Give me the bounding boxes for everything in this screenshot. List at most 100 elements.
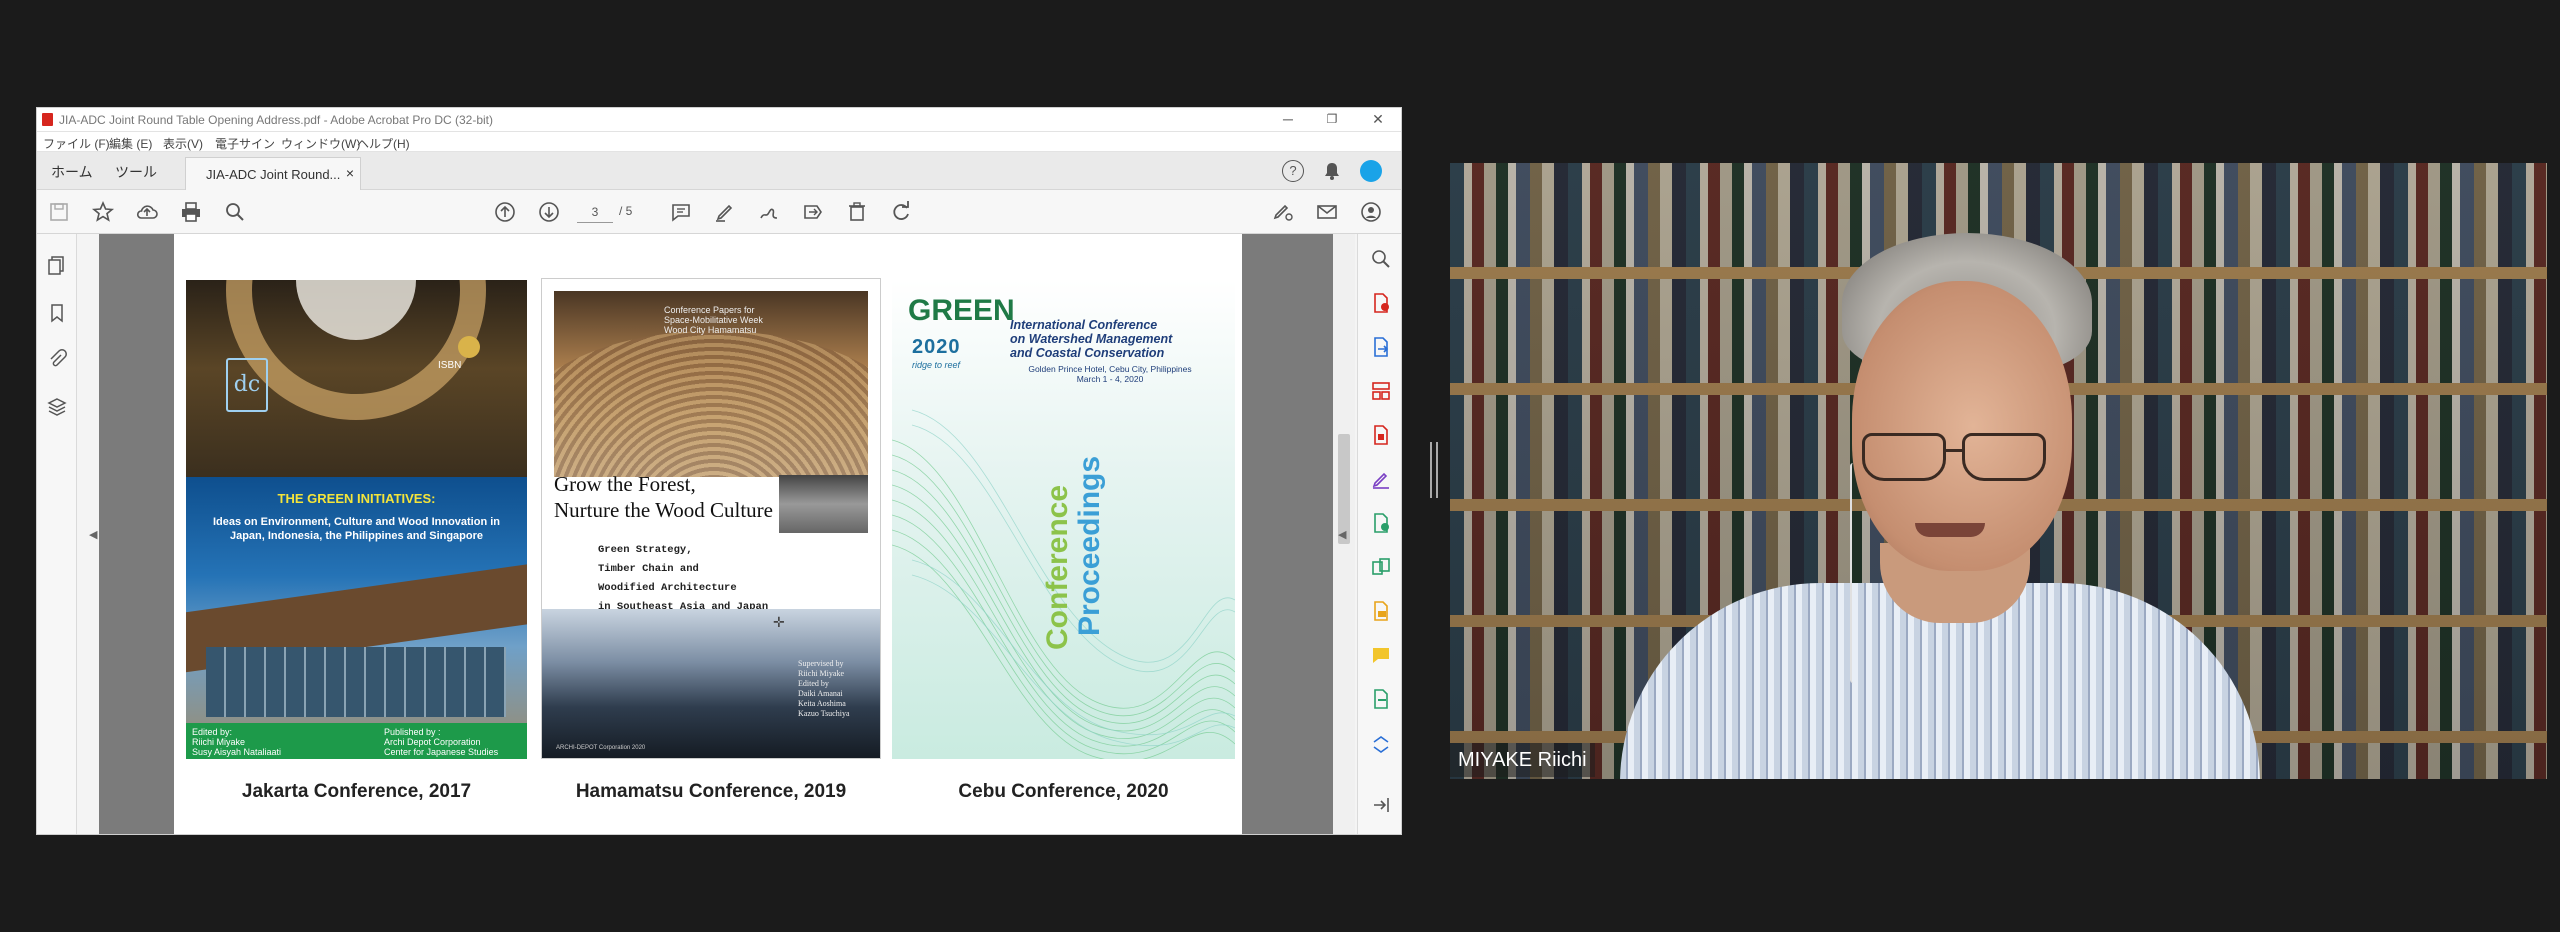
print-icon[interactable] (179, 200, 203, 224)
earphone-cord (1850, 463, 1856, 683)
menu-view[interactable]: 表示(V) (163, 135, 203, 152)
menu-window[interactable]: ウィンドウ(W) (281, 135, 360, 152)
sign-icon[interactable] (757, 200, 781, 224)
close-tab-button[interactable]: × (346, 165, 354, 181)
subtitle-line: Timber Chain and (598, 563, 699, 575)
star-icon[interactable] (91, 200, 115, 224)
send-share-icon[interactable] (801, 200, 825, 224)
jakarta-caption: Jakarta Conference, 2017 (241, 781, 472, 802)
protect-pdf-icon[interactable] (1370, 512, 1392, 534)
page-thumbnails-icon[interactable] (46, 254, 68, 276)
crosshair-cursor-icon: ✛ (773, 614, 785, 630)
fill-sign-tool-icon[interactable] (1370, 468, 1392, 490)
create-pdf-icon[interactable] (1370, 292, 1392, 314)
published-by-label: Published by : (384, 727, 441, 737)
screen: JIA-ADC Joint Round Table Opening Addres… (0, 0, 2560, 932)
acrobat-pdf-icon (42, 113, 53, 126)
tab-tools[interactable]: ツール (115, 162, 157, 182)
jakarta-cover-footer: Edited by: Riichi Miyake Susy Aisyah Nata… (186, 723, 527, 759)
university-seal-icon (458, 336, 480, 358)
combine-files-icon[interactable] (1370, 556, 1392, 578)
close-window-button[interactable]: ✕ (1355, 108, 1401, 132)
proceedings-word-2: Proceedings (1073, 455, 1106, 636)
hamamatsu-caption: Hamamatsu Conference, 2019 (575, 781, 847, 802)
green-2020-logo: GREEN (908, 294, 1015, 327)
more-tools-icon[interactable] (1370, 732, 1392, 754)
menu-file[interactable]: ファイル (F) (43, 135, 110, 152)
menu-help[interactable]: ヘルプ(H) (357, 135, 410, 152)
menu-edit[interactable]: 編集 (E) (109, 135, 152, 152)
menu-bar: ファイル (F) 編集 (E) 表示(V) 電子サイン ウィンドウ(W) ヘルプ… (37, 132, 1401, 152)
comment-tool-icon[interactable] (1370, 644, 1392, 666)
zoom-search-icon[interactable] (223, 200, 247, 224)
share-user-icon[interactable] (1359, 200, 1383, 224)
tab-home[interactable]: ホーム (51, 162, 93, 182)
logo-tagline: ridge to reef (912, 360, 961, 370)
subtitle-line: Green Strategy, (598, 544, 693, 556)
upload-cloud-icon[interactable] (135, 200, 159, 224)
page-total: / 5 (619, 204, 633, 218)
page-number-input[interactable]: 3 (577, 201, 613, 223)
window-title: JIA-ADC Joint Round Table Opening Addres… (59, 113, 494, 127)
glasses-icon (1862, 433, 1946, 481)
previous-page-icon[interactable] (493, 200, 517, 224)
undo-rotate-icon[interactable] (889, 200, 913, 224)
cebu-book-cover: GREEN 2020 ridge to reef International C… (892, 280, 1235, 759)
tab-document-label: JIA-ADC Joint Round... (206, 167, 341, 182)
pdf-page: dc ISBN THE GREEN INITIATIVES: Ideas on … (174, 234, 1242, 834)
edited-by-label: Edited by: (192, 727, 233, 737)
send-review-icon[interactable] (1370, 688, 1392, 710)
proceedings-word-1: Conference (1041, 484, 1074, 650)
participant-video-tile: MIYAKE Riichi (1450, 163, 2547, 779)
isbn-label: ISBN (438, 360, 462, 371)
email-icon[interactable] (1315, 200, 1339, 224)
cover-inset-photo (779, 475, 868, 533)
jakarta-publishers: Archi Depot Corporation Center for Japan… (384, 737, 499, 757)
left-navigation-pane (37, 234, 77, 834)
expand-pane-icon[interactable] (1370, 794, 1392, 816)
bell-icon[interactable] (1322, 161, 1342, 181)
export-pdf-icon[interactable] (1370, 336, 1392, 358)
help-icon[interactable]: ? (1282, 160, 1304, 182)
adc-logo-icon: dc (226, 358, 268, 412)
account-avatar-icon[interactable] (1360, 160, 1382, 182)
acrobat-window: JIA-ADC Joint Round Table Opening Addres… (36, 107, 1402, 835)
menu-esign[interactable]: 電子サイン (215, 135, 275, 152)
edit-pdf-icon[interactable] (1370, 424, 1392, 446)
attachment-icon[interactable] (46, 348, 68, 370)
zoom-tool-icon[interactable] (1370, 248, 1392, 270)
hamamatsu-book-cover: Conference Papers for Space-Mobilitative… (541, 278, 881, 759)
scan-ocr-icon[interactable] (1370, 600, 1392, 622)
participant-name-label: MIYAKE Riichi (1450, 743, 1595, 777)
trash-icon[interactable] (845, 200, 869, 224)
hamamatsu-editors: Supervised by Riichi Miyake Edited by Da… (798, 659, 850, 718)
jakarta-book-cover: dc ISBN THE GREEN INITIATIVES: Ideas on … (186, 280, 527, 759)
title-line-2: Nurture the Wood Culture (554, 498, 773, 522)
jakarta-editors: Riichi Miyake Susy Aisyah Nataliaati (192, 737, 282, 757)
jakarta-cover-subtitle: Ideas on Environment, Culture and Wood I… (212, 516, 501, 542)
collapse-right-pane-icon[interactable]: ◀ (1338, 528, 1346, 541)
cebu-cover-location: Golden Prince Hotel, Cebu City, Philippi… (1028, 364, 1192, 384)
cover-photo-wooden-dome: Conference Papers for Space-Mobilitative… (554, 291, 868, 477)
bookmark-icon[interactable] (46, 302, 68, 324)
comment-icon[interactable] (669, 200, 693, 224)
layers-icon[interactable] (46, 396, 68, 418)
cebu-caption: Cebu Conference, 2020 (958, 781, 1169, 802)
cebu-cover-title: International Conference on Watershed Ma… (1010, 318, 1173, 360)
hamamatsu-publisher: ARCHI-DEPOT Corporation 2020 (556, 745, 646, 751)
hamamatsu-cover-title: Grow the Forest, Nurture the Wood Culture (554, 471, 773, 523)
organize-pages-icon[interactable] (1370, 380, 1392, 402)
save-icon[interactable] (47, 200, 71, 224)
right-tools-pane (1357, 234, 1401, 834)
fill-sign-icon[interactable] (1271, 200, 1295, 224)
tab-document[interactable]: JIA-ADC Joint Round... × (185, 157, 361, 190)
tab-bar: ホーム ツール JIA-ADC Joint Round... × ? (37, 152, 1401, 190)
document-viewport: dc ISBN THE GREEN INITIATIVES: Ideas on … (99, 234, 1355, 834)
collapse-left-pane-icon[interactable]: ◀ (89, 528, 97, 541)
minimize-button[interactable]: ─ (1265, 108, 1311, 132)
highlight-pen-icon[interactable] (713, 200, 737, 224)
restore-button[interactable]: ❐ (1309, 108, 1355, 132)
logo-year: 2020 (912, 336, 961, 358)
next-page-icon[interactable] (537, 200, 561, 224)
split-view-divider[interactable] (1430, 442, 1438, 498)
